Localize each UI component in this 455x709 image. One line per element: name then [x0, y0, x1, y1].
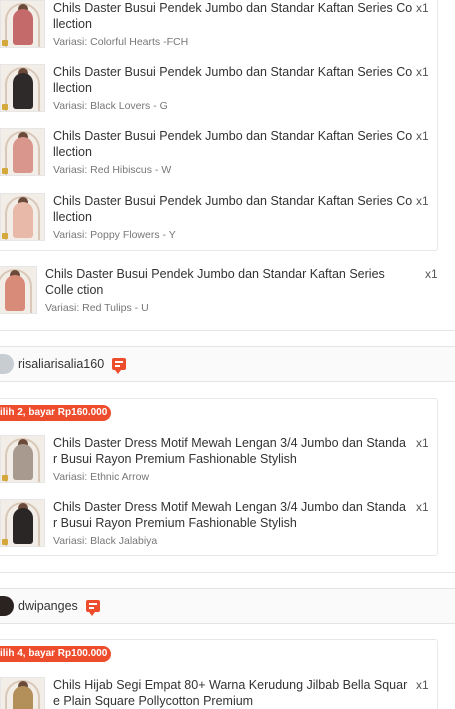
product-name[interactable]: Chils Daster Busui Pendek Jumbo dan Stan… — [45, 266, 405, 298]
product-info: Chils Daster Busui Pendek Jumbo dan Stan… — [53, 0, 413, 48]
product-variant: Variasi: Black Jalabiya — [53, 535, 158, 547]
product-row[interactable]: Chils Daster Busui Pendek Jumbo dan Stan… — [0, 0, 413, 48]
product-info: Chils Hijab Segi Empat 80+ Warna Kerudun… — [53, 677, 413, 709]
seller-header[interactable]: dwipanges — [0, 588, 455, 624]
product-thumbnail[interactable] — [0, 64, 45, 112]
product-info: Chils Daster Busui Pendek Jumbo dan Stan… — [45, 266, 405, 314]
avatar — [0, 596, 14, 616]
quantity: x1 — [416, 194, 429, 208]
product-thumbnail[interactable] — [0, 128, 45, 176]
chat-icon[interactable] — [112, 358, 127, 374]
product-name[interactable]: Chils Daster Busui Pendek Jumbo dan Stan… — [53, 0, 413, 32]
product-thumbnail[interactable] — [0, 193, 45, 241]
divider — [0, 572, 455, 573]
divider — [0, 330, 455, 331]
product-info: Chils Daster Busui Pendek Jumbo dan Stan… — [53, 64, 413, 112]
product-name[interactable]: Chils Daster Dress Motif Mewah Lengan 3/… — [53, 435, 413, 467]
product-row[interactable]: Chils Daster Dress Motif Mewah Lengan 3/… — [0, 435, 413, 483]
product-name[interactable]: Chils Hijab Segi Empat 80+ Warna Kerudun… — [53, 677, 413, 709]
product-variant: Variasi: Ethnic Arrow — [53, 471, 150, 483]
product-info: Chils Daster Dress Motif Mewah Lengan 3/… — [53, 499, 413, 547]
product-variant: Variasi: Poppy Flowers - Y — [53, 229, 176, 241]
quantity: x1 — [416, 129, 429, 143]
product-variant: Variasi: Black Lovers - G — [53, 100, 168, 112]
quantity: x1 — [416, 436, 429, 450]
quantity: x1 — [416, 500, 429, 514]
product-name[interactable]: Chils Daster Busui Pendek Jumbo dan Stan… — [53, 64, 413, 96]
quantity: x1 — [416, 678, 429, 692]
product-thumbnail[interactable] — [0, 0, 45, 48]
product-thumbnail[interactable] — [0, 499, 45, 547]
product-variant: Variasi: Colorful Hearts -FCH — [53, 36, 189, 48]
quantity: x1 — [416, 65, 429, 79]
product-thumbnail[interactable] — [0, 677, 45, 709]
seller-name[interactable]: risaliarisalia160 — [18, 357, 104, 371]
product-variant: Variasi: Red Hibiscus - W — [53, 164, 172, 176]
product-thumbnail[interactable] — [0, 266, 37, 314]
product-name[interactable]: Chils Daster Busui Pendek Jumbo dan Stan… — [53, 193, 413, 225]
product-row[interactable]: Chils Daster Busui Pendek Jumbo dan Stan… — [0, 193, 413, 241]
product-thumbnail[interactable] — [0, 435, 45, 483]
product-info: Chils Daster Busui Pendek Jumbo dan Stan… — [53, 193, 413, 241]
product-row[interactable]: Chils Daster Dress Motif Mewah Lengan 3/… — [0, 499, 413, 547]
product-row[interactable]: Chils Daster Busui Pendek Jumbo dan Stan… — [0, 128, 413, 176]
product-row[interactable]: Chils Daster Busui Pendek Jumbo dan Stan… — [0, 64, 413, 112]
chat-icon[interactable] — [85, 600, 100, 616]
product-info: Chils Daster Dress Motif Mewah Lengan 3/… — [53, 435, 413, 483]
product-row[interactable]: Chils Daster Busui Pendek Jumbo dan Stan… — [0, 266, 405, 314]
product-name[interactable]: Chils Daster Busui Pendek Jumbo dan Stan… — [53, 128, 413, 160]
avatar — [0, 354, 14, 374]
product-info: Chils Daster Busui Pendek Jumbo dan Stan… — [53, 128, 413, 176]
promo-badge: ilih 4, bayar Rp100.000 — [0, 646, 112, 662]
product-row[interactable]: Chils Hijab Segi Empat 80+ Warna Kerudun… — [0, 677, 413, 709]
promo-badge: ilih 2, bayar Rp160.000 — [0, 405, 112, 421]
quantity: x1 — [425, 267, 438, 281]
quantity: x1 — [416, 1, 429, 15]
product-name[interactable]: Chils Daster Dress Motif Mewah Lengan 3/… — [53, 499, 413, 531]
seller-header[interactable]: risaliarisalia160 — [0, 346, 455, 382]
seller-name[interactable]: dwipanges — [18, 599, 78, 613]
product-variant: Variasi: Red Tulips - U — [45, 302, 149, 314]
